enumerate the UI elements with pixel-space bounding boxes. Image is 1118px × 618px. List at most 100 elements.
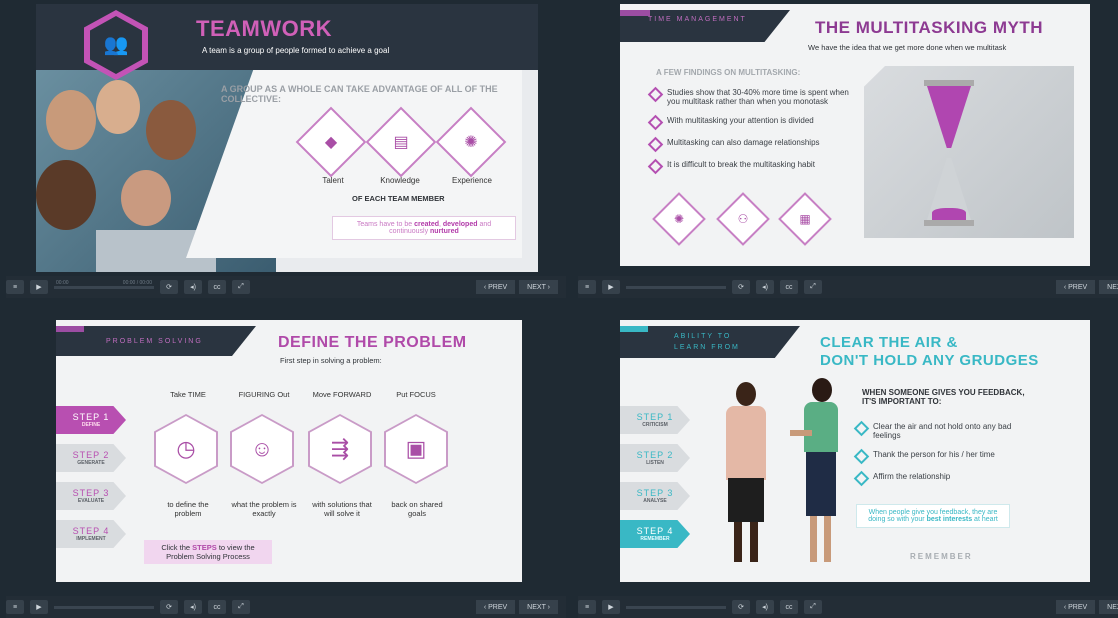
note-created: created [414,221,439,228]
slide-nav: ‹ PREV NEXT › [1055,280,1118,294]
hourglass-photo [864,66,1074,238]
seek-bar[interactable]: 00:00 00:00 / 00:00 [54,280,154,289]
slide-pane-teamwork: 👥 TEAMWORK A team is a group of people f… [36,4,538,272]
prev-button[interactable]: ‹ PREV [475,280,516,294]
woman-speaking [790,378,850,568]
slide-define-problem: PROBLEM SOLVING DEFINE THE PROBLEM First… [56,320,522,582]
seek-bar[interactable] [626,605,726,609]
prev-button[interactable]: ‹ PREV [475,600,516,614]
play-button[interactable]: ▶ [30,280,48,294]
fullscreen-button[interactable]: ⤢ [232,600,250,614]
slide-title: TEAMWORK [196,16,332,41]
time-right: 00:00 / 00:00 [122,279,152,286]
captions-button[interactable]: cc [780,280,798,294]
collective-heading: A GROUP AS A WHOLE CAN TAKE ADVANTAGE OF… [221,84,498,104]
next-button[interactable]: NEXT › [1099,600,1118,614]
slide-title-line-2: DON'T HOLD ANY GRUDGES [820,352,1039,369]
each-member-label: OF EACH TEAM MEMBER [352,194,445,203]
seek-bar[interactable] [626,285,726,289]
note-developed: developed [442,221,478,228]
feedback-text: Affirm the relationship [873,472,951,481]
feedback-text: Thank the person for his / her time [873,450,995,459]
col-head-forward: Move FORWARD [312,390,372,399]
step-3-analyse[interactable]: STEP 3 ANALYSE [620,482,690,510]
prev-button[interactable]: ‹ PREV [1055,600,1096,614]
step-4-remember[interactable]: STEP 4 REMEMBER [620,520,690,548]
next-button[interactable]: NEXT › [1099,280,1118,294]
menu-button[interactable]: ≡ [578,280,596,294]
note-best-interests: best interests [926,516,973,523]
finding-item: It is difficult to break the multitaskin… [647,158,850,175]
step-2-generate[interactable]: STEP 2 GENERATE [56,444,126,472]
play-button[interactable]: ▶ [602,600,620,614]
captions-button[interactable]: cc [208,600,226,614]
hourglass-icon [924,80,974,230]
step-label: IMPLEMENT [76,536,106,542]
play-button[interactable]: ▶ [602,280,620,294]
col-head-focus: Put FOCUS [396,390,436,399]
finding-item: Studies show that 30-40% more time is sp… [647,86,850,106]
time-left: 00:00 [56,279,69,286]
item-experience: Experience [451,176,493,185]
feedback-note: When people give you feedback, they are … [856,504,1010,528]
slide-pane-feedback: ABILITY TO LEARN FROM CLEAR THE AIR & DO… [620,320,1090,582]
fullscreen-button[interactable]: ⤢ [804,600,822,614]
finding-text: Studies show that 30-40% more time is sp… [667,88,849,106]
feedback-list: Clear the air and not hold onto any bad … [853,420,1026,494]
player-bar-multitasking: ≡ ▶ ⟳ ◂) cc ⤢ ‹ PREV NEXT › [578,276,1118,298]
step-1-criticism[interactable]: STEP 1 CRITICISM [620,406,690,434]
next-button[interactable]: NEXT › [519,280,558,294]
diamond-bullet-icon [647,86,664,103]
replay-button[interactable]: ⟳ [160,280,178,294]
habit-icon-frame: ▦ [778,192,832,246]
seek-bar[interactable] [54,605,154,609]
col-text-figuring: what the problem is exactly [231,500,297,518]
step-1-define[interactable]: STEP 1 DEFINE [56,406,126,434]
step-number: STEP 4 [636,526,674,536]
diamond-bullet-icon [647,114,664,131]
feedback-text: Clear the air and not hold onto any bad … [873,422,1012,440]
menu-button[interactable]: ≡ [6,280,24,294]
step-label: LISTEN [646,460,664,466]
replay-button[interactable]: ⟳ [732,280,750,294]
step-label: EVALUATE [77,498,105,504]
player-bar-problem: ≡ ▶ ⟳ ◂) cc ⤢ ‹ PREV NEXT › [6,596,566,618]
slide-subtitle: A team is a group of people formed to ac… [202,46,390,55]
volume-button[interactable]: ◂) [756,600,774,614]
feedback-heading: WHEN SOMEONE GIVES YOU FEEDBACK, IT'S IM… [862,388,1025,406]
volume-button[interactable]: ◂) [184,280,202,294]
brain-icon: ✺ [673,212,685,226]
slide-pane-multitasking: TIME MANAGEMENT THE MULTITASKING MYTH We… [620,4,1090,266]
diamond-bullet-icon [647,158,664,175]
item-knowledge: Knowledge [380,176,420,185]
step-2-listen[interactable]: STEP 2 LISTEN [620,444,690,472]
diamond-icon: ◆ [324,134,338,151]
step-label: DEFINE [81,422,101,428]
fullscreen-button[interactable]: ⤢ [804,280,822,294]
col-text-focus: back on shared goals [391,500,443,518]
replay-button[interactable]: ⟳ [160,600,178,614]
volume-button[interactable]: ◂) [756,280,774,294]
prev-button[interactable]: ‹ PREV [1055,280,1096,294]
play-button[interactable]: ▶ [30,600,48,614]
col-text-define: to define the problem [167,500,209,518]
captions-button[interactable]: cc [208,280,226,294]
menu-button[interactable]: ≡ [6,600,24,614]
next-button[interactable]: NEXT › [519,600,558,614]
step-4-implement[interactable]: STEP 4 IMPLEMENT [56,520,126,548]
step-3-evaluate[interactable]: STEP 3 EVALUATE [56,482,126,510]
step-label: ANALYSE [643,498,667,504]
menu-button[interactable]: ≡ [578,600,596,614]
woman-listening [716,382,776,568]
fullscreen-button[interactable]: ⤢ [232,280,250,294]
cta-text: Click the [161,543,193,552]
slide-title: THE MULTITASKING MYTH [815,18,1044,37]
slide-subtitle: First step in solving a problem: [280,356,382,365]
finding-item: With multitasking your attention is divi… [647,114,850,131]
step-number: STEP 4 [72,526,110,536]
captions-button[interactable]: cc [780,600,798,614]
slide-clear-the-air: ABILITY TO LEARN FROM CLEAR THE AIR & DO… [620,320,1090,582]
volume-button[interactable]: ◂) [184,600,202,614]
brain-icon: ✺ [464,134,478,151]
replay-button[interactable]: ⟳ [732,600,750,614]
